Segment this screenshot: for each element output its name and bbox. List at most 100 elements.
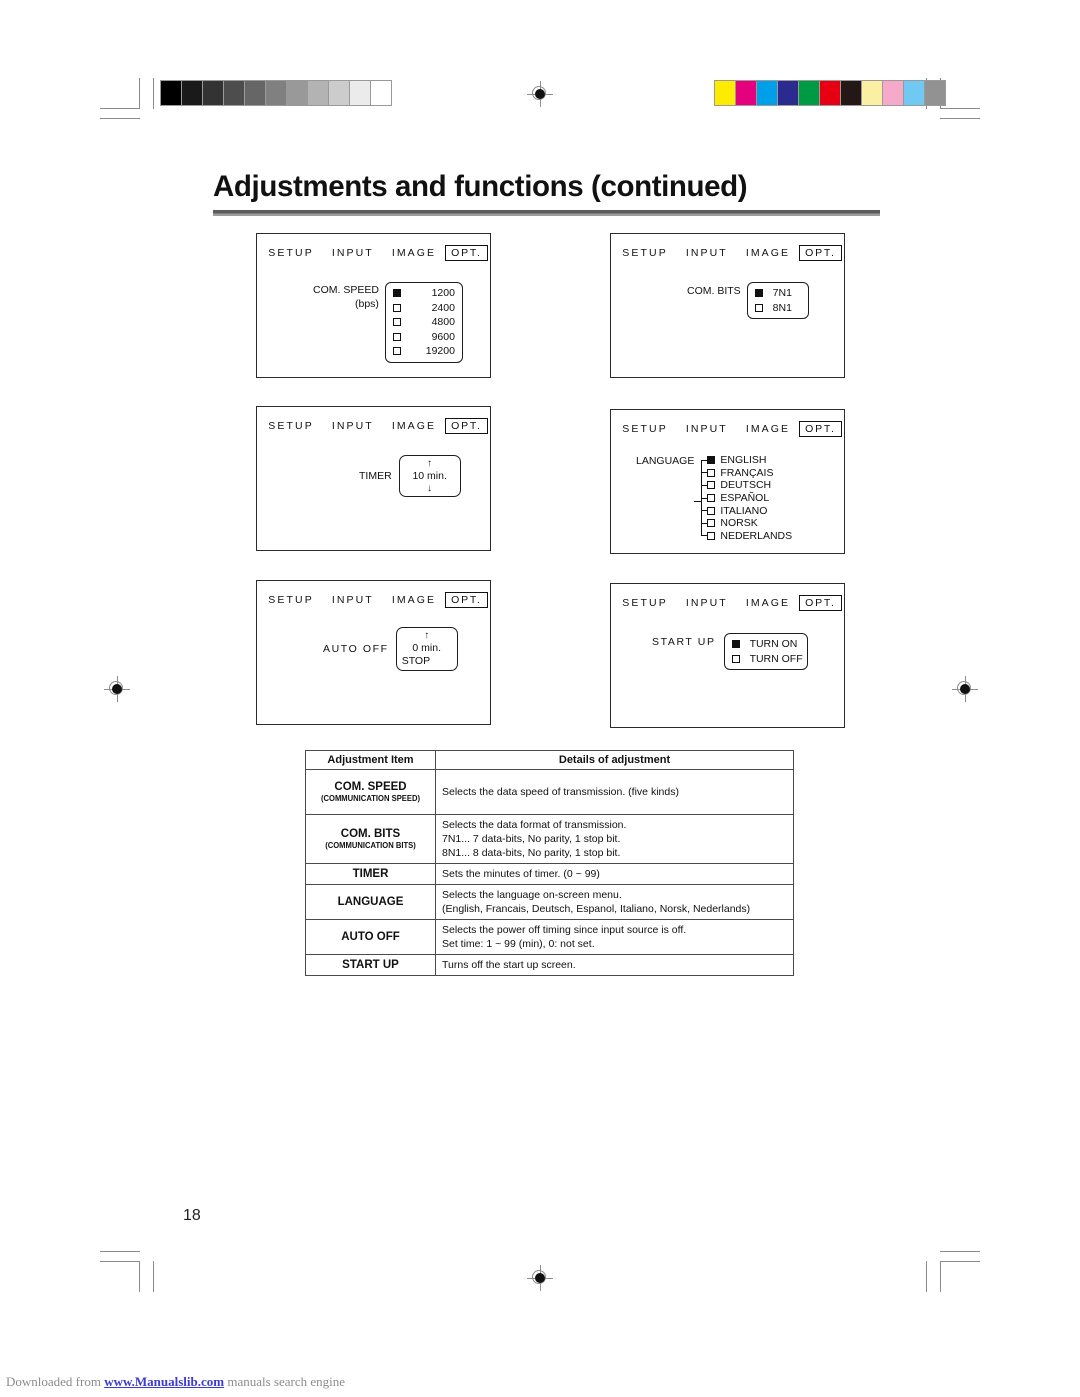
menu-tab-opt[interactable]: OPT. <box>799 245 842 261</box>
radio-unchecked-icon[interactable] <box>707 531 716 540</box>
menu-tab-opt[interactable]: OPT. <box>799 595 842 611</box>
language-option[interactable]: NEDERLANDS <box>701 530 792 543</box>
stepper-up-arrow-icon[interactable]: ↑ <box>424 630 429 641</box>
radio-checked-icon[interactable] <box>731 640 740 649</box>
menu-tab-opt[interactable]: OPT. <box>445 592 488 608</box>
radio-unchecked-icon[interactable] <box>392 303 401 312</box>
radio-unchecked-icon[interactable] <box>392 332 401 341</box>
osd-panel-com-speed: SETUP INPUT IMAGE OPT. COM. SPEED (bps) … <box>256 233 491 378</box>
menu-tab-image[interactable]: IMAGE <box>737 423 799 435</box>
option-item[interactable]: TURN ON <box>731 637 800 652</box>
option-label: 8N1 <box>772 301 792 314</box>
footer-suffix: manuals search engine <box>224 1374 346 1389</box>
menu-tab-input[interactable]: INPUT <box>677 597 737 609</box>
option-item[interactable]: 1200 <box>392 286 455 301</box>
osd-menubar: SETUP INPUT IMAGE OPT. <box>611 420 844 438</box>
radio-unchecked-icon[interactable] <box>392 347 401 356</box>
com-speed-option-box: 1200 2400 4800 9600 19200 <box>384 282 463 363</box>
option-item[interactable]: 19200 <box>392 344 455 359</box>
language-option[interactable]: DEUTSCH <box>701 479 792 492</box>
option-item[interactable]: TURN OFF <box>731 652 803 667</box>
menu-tab-input[interactable]: INPUT <box>677 423 737 435</box>
option-label: 7N1 <box>772 287 792 299</box>
menu-tab-image[interactable]: IMAGE <box>383 247 445 259</box>
menu-tab-image[interactable]: IMAGE <box>737 597 799 609</box>
detail-line: Selects the data speed of transmission. … <box>442 786 679 798</box>
radio-checked-icon[interactable] <box>707 456 716 465</box>
menu-tab-input[interactable]: INPUT <box>677 247 737 259</box>
menu-tab-setup[interactable]: SETUP <box>613 247 677 259</box>
osd-menubar: SETUP INPUT IMAGE OPT. <box>611 594 844 612</box>
language-option[interactable]: ITALIANO <box>701 504 792 517</box>
table-row: START UP Turns off the start up screen. <box>305 954 794 976</box>
auto-off-value: 0 min. <box>412 642 441 654</box>
detail-line: Turns off the start up screen. <box>442 959 576 971</box>
auto-off-stop-label: STOP <box>401 655 431 667</box>
table-cell-details: Selects the data format of transmission.… <box>435 814 794 864</box>
menu-tab-image[interactable]: IMAGE <box>737 247 799 259</box>
com-bits-label: COM. BITS <box>687 285 741 297</box>
option-label: TURN OFF <box>749 652 803 665</box>
option-item[interactable]: 8N1 <box>754 301 801 316</box>
menu-tab-opt[interactable]: OPT. <box>799 421 842 437</box>
radio-unchecked-icon[interactable] <box>392 318 401 327</box>
menu-tab-image[interactable]: IMAGE <box>383 594 445 606</box>
table-cell-item: START UP <box>305 954 436 976</box>
osd-panel-com-bits: SETUP INPUT IMAGE OPT. COM. BITS 7N1 8N1 <box>610 233 845 378</box>
table-cell-details: Selects the language on-screen menu. (En… <box>435 884 794 920</box>
option-item[interactable]: 2400 <box>392 301 455 316</box>
language-option[interactable]: FRANÇAIS <box>701 467 792 480</box>
radio-unchecked-icon[interactable] <box>707 519 716 528</box>
tree-connector <box>694 500 702 502</box>
radio-unchecked-icon[interactable] <box>707 468 716 477</box>
item-name: COM. BITS <box>340 828 401 840</box>
page-number: 18 <box>183 1207 201 1224</box>
auto-off-stepper[interactable]: ↑ 0 min. STOP <box>395 627 458 671</box>
option-label: TURN ON <box>749 638 798 650</box>
detail-line: 7N1... 7 data-bits, No parity, 1 stop bi… <box>442 833 621 845</box>
menu-tab-input[interactable]: INPUT <box>323 247 383 259</box>
menu-tab-setup[interactable]: SETUP <box>259 247 323 259</box>
language-option-label: ESPAÑOL <box>720 492 770 505</box>
radio-unchecked-icon[interactable] <box>754 303 763 312</box>
item-subtitle: (COMMUNICATION BITS) <box>325 840 416 850</box>
stepper-up-arrow-icon[interactable]: ↑ <box>427 458 432 469</box>
radio-checked-icon[interactable] <box>392 289 401 298</box>
detail-line: Sets the minutes of timer. (0 ~ 99) <box>442 868 600 880</box>
table-row: AUTO OFF Selects the power off timing si… <box>305 919 794 955</box>
table-cell-item: LANGUAGE <box>305 884 436 920</box>
menu-tab-opt[interactable]: OPT. <box>445 418 488 434</box>
menu-tab-setup[interactable]: SETUP <box>613 597 677 609</box>
stepper-down-arrow-icon[interactable]: ↓ <box>427 483 432 494</box>
table-row: COM. BITS (COMMUNICATION BITS) Selects t… <box>305 814 794 864</box>
radio-unchecked-icon[interactable] <box>707 494 716 503</box>
menu-tab-setup[interactable]: SETUP <box>259 594 323 606</box>
menu-tab-input[interactable]: INPUT <box>323 594 383 606</box>
radio-unchecked-icon[interactable] <box>707 506 716 515</box>
language-option[interactable]: NORSK <box>701 517 792 530</box>
tree-spine <box>701 460 703 537</box>
menu-tab-setup[interactable]: SETUP <box>613 423 677 435</box>
menu-tab-opt[interactable]: OPT. <box>445 245 488 261</box>
radio-checked-icon[interactable] <box>754 289 763 298</box>
option-label: 1200 <box>431 287 455 299</box>
timer-stepper[interactable]: ↑ 10 min. ↓ <box>398 455 461 497</box>
option-item[interactable]: 4800 <box>392 315 455 330</box>
detail-line: Selects the language on-screen menu. <box>442 889 622 901</box>
radio-unchecked-icon[interactable] <box>707 481 716 490</box>
language-option-label: NEDERLANDS <box>720 529 793 542</box>
language-option[interactable]: ESPAÑOL <box>701 492 792 505</box>
manualslib-link[interactable]: www.Manualslib.com <box>104 1374 224 1389</box>
start-up-label: START UP <box>652 636 716 648</box>
option-label: 2400 <box>431 301 455 314</box>
menu-tab-image[interactable]: IMAGE <box>383 420 445 432</box>
option-item[interactable]: 7N1 <box>754 286 801 301</box>
radio-unchecked-icon[interactable] <box>731 654 740 663</box>
language-option[interactable]: ENGLISH <box>701 454 792 467</box>
menu-tab-input[interactable]: INPUT <box>323 420 383 432</box>
menu-tab-setup[interactable]: SETUP <box>259 420 323 432</box>
option-item[interactable]: 9600 <box>392 330 455 345</box>
detail-line: 8N1... 8 data-bits, No parity, 1 stop bi… <box>442 847 621 859</box>
item-name: COM. SPEED <box>334 781 407 793</box>
osd-panel-start-up: SETUP INPUT IMAGE OPT. START UP TURN ON … <box>610 583 845 728</box>
